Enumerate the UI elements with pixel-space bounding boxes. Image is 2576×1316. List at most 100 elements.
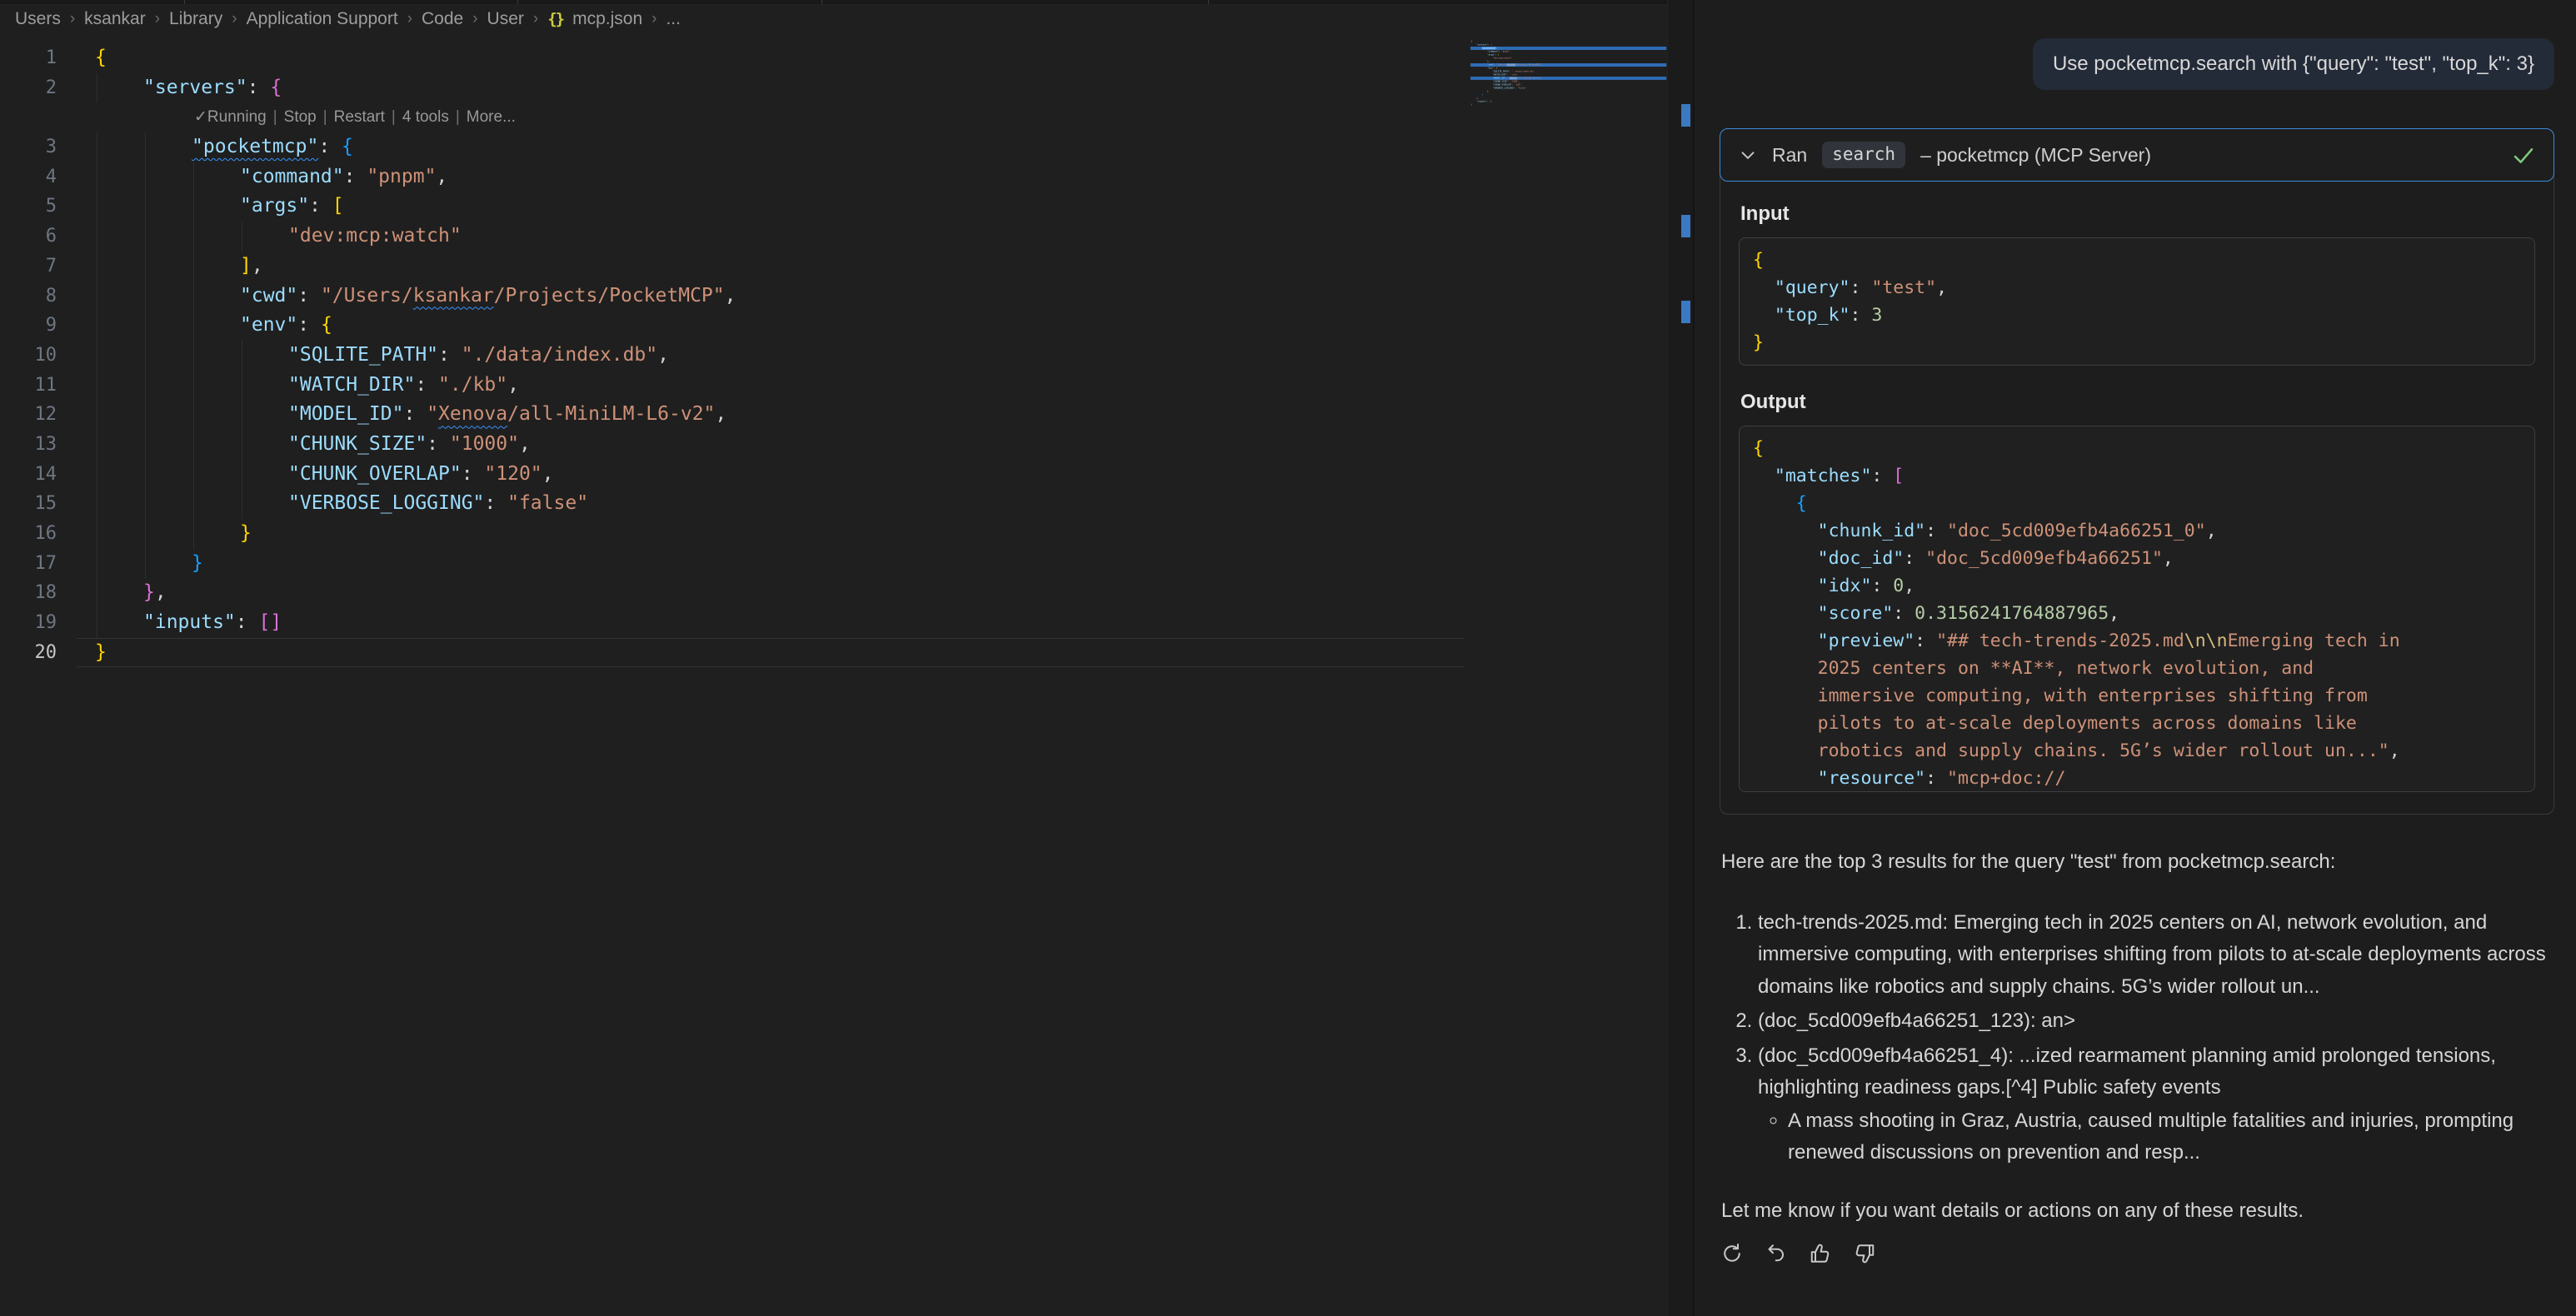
- indent-guide: [145, 282, 146, 312]
- code-token: }: [240, 522, 252, 544]
- result-list-item: (doc_5cd009efb4a66251_123): an>: [1758, 1005, 2554, 1038]
- tool-ran-label: Ran: [1772, 144, 1807, 167]
- code-token: }: [143, 581, 155, 603]
- code-token: :: [297, 314, 321, 336]
- code-token: "query": [1775, 277, 1850, 298]
- codelens-link[interactable]: ✓Running: [194, 108, 267, 126]
- ruler-marker: [1681, 301, 1690, 323]
- code-token: }: [1482, 93, 1484, 96]
- result-list-item: (doc_5cd009efb4a66251_4): ...ized rearma…: [1758, 1040, 2554, 1169]
- code-token: "VERBOSE_LOGGING": [288, 492, 484, 514]
- code-line: 9"env": {: [0, 311, 1470, 341]
- code-line-content: "env": {: [240, 311, 332, 341]
- tab-separator: [517, 0, 518, 4]
- tool-server-label: – pocketmcp (MCP Server): [1920, 144, 2151, 167]
- indent-guide: [145, 549, 146, 579]
- code-token: Emerging tech in: [2228, 631, 2400, 651]
- code-token: "command": [240, 166, 344, 187]
- code-token: "doc_5cd009efb4a66251_0": [1947, 521, 2206, 541]
- indent-guide: [193, 341, 194, 371]
- output-code-block[interactable]: { "matches": [ { "chunk_id": "doc_5cd009…: [1739, 426, 2535, 792]
- undo-icon: [1764, 1241, 1789, 1266]
- code-token: ,: [1541, 63, 1543, 66]
- breadcrumb-file[interactable]: mcp.json: [572, 9, 642, 29]
- indent-guide: [193, 489, 194, 519]
- codelens-link[interactable]: Stop: [284, 108, 317, 126]
- code-token: "WATCH_DIR": [1493, 73, 1507, 76]
- indent-guide: [145, 192, 146, 222]
- code-token: {: [1753, 250, 1764, 271]
- result-list: tech-trends-2025.md: Emerging tech in 20…: [1720, 907, 2554, 1169]
- code-line: 13"CHUNK_SIZE": "1000",: [0, 430, 1470, 460]
- code-line: 1{: [0, 43, 1470, 73]
- breadcrumb: Users›ksankar›Library›Application Suppor…: [15, 9, 681, 29]
- code-token: [1753, 493, 1796, 514]
- tab-strip[interactable]: [0, 0, 1693, 5]
- thumbs-up-button[interactable]: [1808, 1241, 1833, 1266]
- code-block-line: "resource": "mcp+doc://: [1753, 765, 2521, 792]
- code-line: 12"MODEL_ID": "Xenova/all-MiniLM-L6-v2",: [0, 400, 1470, 430]
- code-line: 19"inputs": []: [0, 608, 1470, 638]
- breadcrumb-separator: ›: [70, 10, 75, 28]
- breadcrumb-symbol-tail[interactable]: ...: [666, 9, 681, 29]
- breadcrumb-item[interactable]: User: [487, 9, 524, 29]
- undo-button[interactable]: [1764, 1241, 1789, 1266]
- breadcrumb-item[interactable]: ksankar: [84, 9, 146, 29]
- code-token: [: [1498, 53, 1500, 56]
- codelens-link[interactable]: More...: [467, 108, 516, 126]
- code-token: ,: [507, 374, 519, 396]
- result-sub-item: A mass shooting in Graz, Austria, caused…: [1788, 1105, 2554, 1169]
- code-token: "env": [1487, 67, 1494, 69]
- line-number: 5: [0, 192, 57, 222]
- code-token: \n\n: [2184, 631, 2228, 651]
- code-token: {: [1499, 47, 1500, 49]
- code-token: "./kb": [438, 374, 507, 396]
- code-token: :: [297, 285, 321, 307]
- indent-guide: [145, 162, 146, 192]
- code-token: "false": [507, 492, 588, 514]
- line-number: 18: [0, 578, 57, 608]
- code-block-line: pilots to at-scale deployments across do…: [1753, 710, 2521, 737]
- overview-ruler[interactable]: [1667, 0, 1694, 1316]
- code-token: ": [427, 403, 438, 425]
- code-line-content: "command": "pnpm",: [240, 162, 447, 192]
- vscode-window: Users›ksankar›Library›Application Suppor…: [0, 0, 2576, 1316]
- code-token: ,: [715, 403, 726, 425]
- code-token: "## tech-trends-2025.md: [1936, 631, 2184, 651]
- line-number: 11: [0, 371, 57, 401]
- code-line: 17}: [0, 549, 1470, 579]
- tab-separator: [1208, 0, 1209, 4]
- user-message-bubble: Use pocketmcp.search with {"query": "tes…: [2033, 38, 2554, 90]
- code-token: :: [344, 166, 367, 187]
- code-token: robotics and supply chains. 5G’s wider r…: [1753, 740, 2389, 761]
- chevron-down-icon[interactable]: [1737, 144, 1759, 166]
- breadcrumb-separator: ›: [472, 10, 477, 28]
- code-token: }: [1753, 332, 1764, 353]
- codelens-link[interactable]: 4 tools: [402, 108, 449, 126]
- success-check-icon: [2510, 142, 2537, 168]
- retry-button[interactable]: [1720, 1241, 1745, 1266]
- line-number: 12: [0, 400, 57, 430]
- minimap[interactable]: {"servers": {"pocketmcp": {"command": "p…: [1470, 40, 1667, 257]
- code-block-line: "matches": [: [1753, 462, 2521, 490]
- code-line-content: "servers": {: [143, 73, 282, 103]
- code-token: 0.3156241764887965: [1915, 603, 2109, 624]
- minimap-content: {"servers": {"pocketmcp": {"command": "p…: [1470, 40, 1666, 107]
- code-token: "args": [1487, 53, 1495, 56]
- code-token: [1753, 277, 1775, 298]
- indent-guide: [145, 222, 146, 252]
- codelens-separator: |: [449, 108, 467, 126]
- code-token: [1753, 768, 1818, 789]
- thumbs-down-button[interactable]: [1852, 1241, 1877, 1266]
- breadcrumb-item[interactable]: Library: [169, 9, 222, 29]
- breadcrumb-item[interactable]: Application Support: [247, 9, 398, 29]
- codelens-link[interactable]: Restart: [334, 108, 385, 126]
- breadcrumb-item[interactable]: Users: [15, 9, 61, 29]
- code-token: "chunk_id": [1818, 521, 1925, 541]
- breadcrumb-item[interactable]: Code: [422, 9, 463, 29]
- code-token: "inputs": [1476, 100, 1486, 102]
- tool-call-header[interactable]: Ran search – pocketmcp (MCP Server): [1720, 128, 2554, 182]
- code-token: "./data/index.db": [462, 344, 657, 366]
- code-token: /Projects/PocketMCP": [494, 285, 725, 307]
- code-editor[interactable]: 1{2"servers": {✓Running|Stop|Restart|4 t…: [0, 43, 1470, 667]
